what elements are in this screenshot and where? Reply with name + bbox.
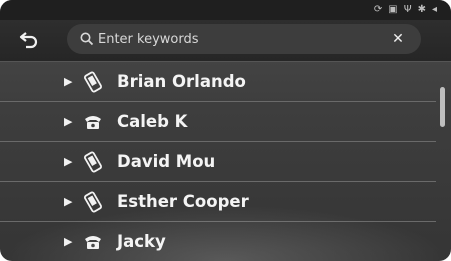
telephone-icon xyxy=(81,110,105,134)
contact-name: Caleb K xyxy=(117,112,188,131)
expand-arrow-icon[interactable]: ▶ xyxy=(64,235,72,248)
telephone-icon xyxy=(81,230,105,254)
expand-arrow-icon[interactable]: ▶ xyxy=(64,155,72,168)
mobile-phone-icon xyxy=(81,70,105,94)
contact-row-david-mou[interactable]: ▶ David Mou xyxy=(0,142,436,182)
contact-name: Jacky xyxy=(117,232,166,251)
expand-arrow-icon[interactable]: ▶ xyxy=(64,75,72,88)
scrollbar[interactable] xyxy=(440,62,451,261)
contact-row-caleb-k[interactable]: ▶ Caleb K xyxy=(0,102,436,142)
contacts-screen: ⟳ ▣ Ψ ✱ ◂ ✕ ▶ xyxy=(0,0,451,261)
back-button[interactable] xyxy=(15,26,43,54)
contact-list: ▶ Brian Orlando ▶ Caleb K ▶ David Mou ▶ xyxy=(0,62,440,261)
back-arrow-icon xyxy=(19,32,38,49)
close-icon: ✕ xyxy=(392,31,404,47)
contact-name: Esther Cooper xyxy=(117,192,249,211)
contact-row-brian-orlando[interactable]: ▶ Brian Orlando xyxy=(0,62,436,102)
header: ✕ xyxy=(0,20,451,62)
expand-arrow-icon[interactable]: ▶ xyxy=(64,195,72,208)
volume-icon: ◂ xyxy=(431,4,437,15)
sync-icon: ⟳ xyxy=(373,4,383,15)
status-bar: ⟳ ▣ Ψ ✱ ◂ xyxy=(0,0,451,20)
search-input[interactable] xyxy=(98,31,368,47)
contact-name: Brian Orlando xyxy=(117,72,246,91)
search-icon xyxy=(80,32,94,46)
expand-arrow-icon[interactable]: ▶ xyxy=(64,115,72,128)
clear-search-button[interactable]: ✕ xyxy=(389,30,407,48)
search-box[interactable]: ✕ xyxy=(67,24,421,54)
contact-row-jacky[interactable]: ▶ Jacky xyxy=(0,222,436,261)
contact-row-esther-cooper[interactable]: ▶ Esther Cooper xyxy=(0,182,436,222)
bluetooth-icon: ✱ xyxy=(417,4,426,15)
usb-icon: Ψ xyxy=(403,4,412,15)
mobile-phone-icon xyxy=(81,150,105,174)
scroll-thumb[interactable] xyxy=(440,87,445,127)
contact-name: David Mou xyxy=(117,152,216,171)
mobile-phone-icon xyxy=(81,190,105,214)
sim-icon: ▣ xyxy=(388,4,398,15)
